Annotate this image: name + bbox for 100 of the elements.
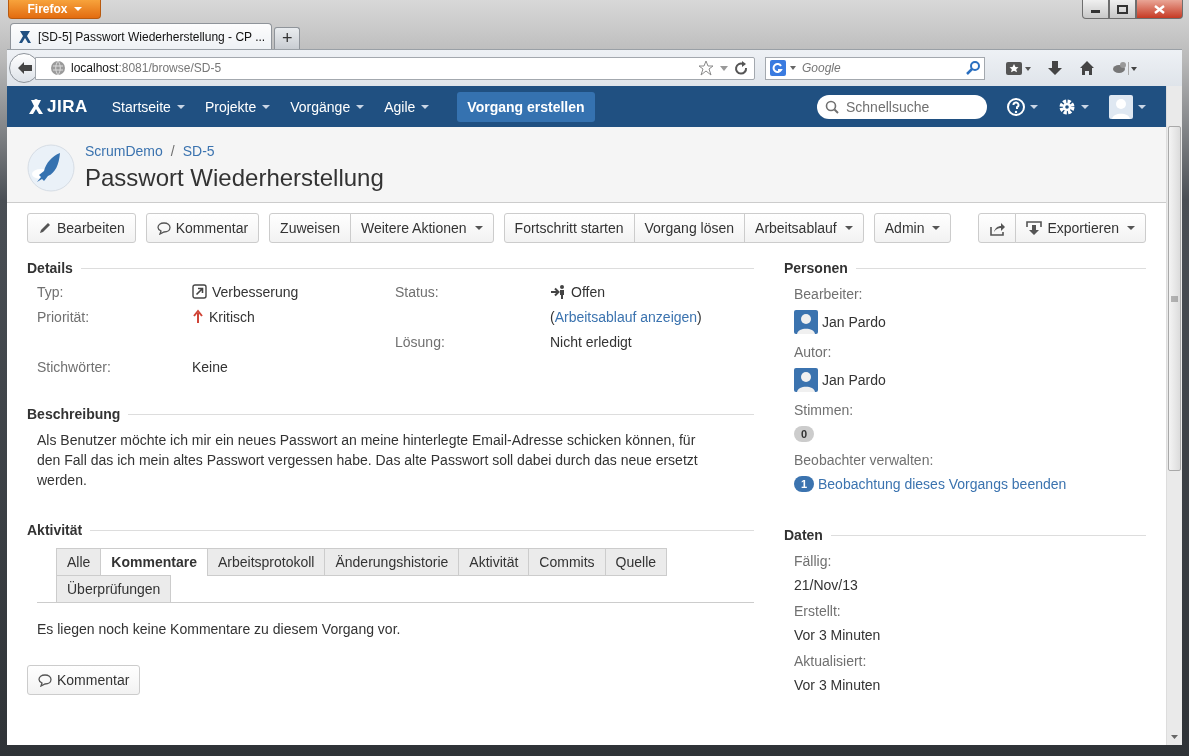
quick-search-field[interactable]: Schnellsuche xyxy=(817,94,987,119)
field-value: Offen xyxy=(571,284,605,300)
reload-icon[interactable] xyxy=(734,61,748,75)
help-menu[interactable] xyxy=(1007,97,1038,116)
toolbar-button[interactable]: Kommentar xyxy=(145,213,260,243)
field-label: Autor: xyxy=(794,344,833,360)
issue-title: Passwort Wiederherstellung xyxy=(85,164,384,192)
section-heading: Beschreibung xyxy=(27,406,121,422)
settings-menu[interactable] xyxy=(1058,97,1089,116)
field-value: Verbesserung xyxy=(212,284,299,300)
section-heading: Daten xyxy=(784,527,823,543)
field-label: Aktualisiert: xyxy=(794,653,868,669)
search-engine-icon xyxy=(770,60,786,76)
activity-tab[interactable]: Änderungshistorie xyxy=(324,548,460,576)
toolbar-button[interactable]: Weitere Aktionen xyxy=(350,213,494,243)
field-label: Priorität: xyxy=(37,309,91,327)
maximize-icon xyxy=(1117,4,1128,14)
field-label: Status: xyxy=(395,284,440,302)
star-icon[interactable] xyxy=(698,60,714,76)
user-name[interactable]: Jan Pardo xyxy=(822,372,886,388)
bookmarks-icon[interactable] xyxy=(1005,60,1031,76)
close-button[interactable] xyxy=(1136,0,1183,19)
download-icon[interactable] xyxy=(1047,60,1063,76)
section-heading: Aktivität xyxy=(27,522,83,538)
stop-watching-link[interactable]: Beobachtung dieses Vorgangs beenden xyxy=(818,476,1067,492)
toolbar-button[interactable]: Fortschritt starten xyxy=(503,213,635,243)
date-value: Vor 3 Minuten xyxy=(794,627,882,643)
address-bar[interactable]: localhost:8081/browse/SD-5 xyxy=(35,56,755,80)
field-value: Kritisch xyxy=(209,309,255,325)
globe-icon xyxy=(50,60,66,76)
toolbar-button[interactable]: Admin xyxy=(873,213,952,243)
field-value: Nicht erledigt xyxy=(550,334,632,350)
speech-bubble-icon xyxy=(38,673,52,687)
speech-bubble-icon xyxy=(156,221,171,235)
activity-tab[interactable]: Commits xyxy=(528,548,606,576)
activity-tab[interactable]: Alle xyxy=(56,548,102,576)
section-heading: Details xyxy=(27,260,73,276)
breadcrumb-link[interactable]: SD-5 xyxy=(182,143,215,159)
breadcrumb-separator: / xyxy=(170,143,175,159)
workflow-link-text: (Arbeitsablauf anzeigen) xyxy=(550,309,702,325)
field-label: Bearbeiter: xyxy=(794,286,864,302)
user-avatar-icon xyxy=(1109,94,1133,119)
section-heading: Personen xyxy=(784,260,848,276)
search-field[interactable]: Google xyxy=(765,56,985,80)
quick-search-input[interactable]: Schnellsuche xyxy=(844,97,974,116)
search-input[interactable]: Google xyxy=(800,60,962,76)
nav-menu-item[interactable]: Projekte xyxy=(194,98,281,115)
search-icon xyxy=(825,99,839,114)
nav-menu-item[interactable]: Agile xyxy=(374,98,440,115)
minimize-button[interactable] xyxy=(1082,0,1109,19)
vote-count: 0 xyxy=(794,426,814,442)
browser-tab[interactable]: [SD-5] Passwort Wiederherstellung - CP ... xyxy=(10,23,273,49)
activity-tab[interactable]: Quelle xyxy=(604,548,668,576)
user-name[interactable]: Jan Pardo xyxy=(822,314,886,330)
home-icon[interactable] xyxy=(1079,60,1095,76)
field-label: Erstellt: xyxy=(794,603,842,619)
person-arrow-icon xyxy=(550,284,566,300)
download-icon xyxy=(1026,220,1043,236)
jira-logo[interactable]: JIRA xyxy=(27,96,88,117)
scroll-down-icon[interactable] xyxy=(1171,735,1178,739)
toolbar-button[interactable]: Zuweisen xyxy=(269,213,351,243)
user-avatar-icon xyxy=(794,368,818,392)
user-menu[interactable] xyxy=(1109,94,1146,119)
up-arrow-icon xyxy=(192,309,204,324)
settings-icon xyxy=(1058,97,1076,116)
toolbar-button[interactable]: Bearbeiten xyxy=(27,213,136,243)
scrollbar[interactable] xyxy=(1166,86,1182,745)
share-button[interactable] xyxy=(978,213,1017,243)
dropdown-icon xyxy=(790,66,796,70)
pencil-icon xyxy=(38,221,52,235)
description-text: Als Benutzer möchte ich mir ein neues Passwort an meine hinterlegte Email-Adresse schicken können, für den Fall das ich mein altes Passwort vergessen habe. Das alte Passwort soll dabei durch das neue ersetzt werden. xyxy=(36,431,699,490)
search-icon[interactable] xyxy=(966,61,980,75)
workflow-link[interactable]: Arbeitsablauf anzeigen xyxy=(554,309,698,325)
nav-menu-item[interactable]: Startseite xyxy=(101,98,195,115)
dropdown-icon[interactable] xyxy=(719,63,729,73)
create-issue-button[interactable]: Vorgang erstellen xyxy=(457,91,595,122)
watcher-count: 1 xyxy=(794,476,814,492)
extension-icon[interactable] xyxy=(1111,60,1137,76)
user-avatar-icon xyxy=(794,310,818,334)
field-label: Fällig: xyxy=(794,553,833,569)
activity-tab[interactable]: Aktivität xyxy=(458,548,530,576)
help-icon xyxy=(1007,97,1025,116)
maximize-button[interactable] xyxy=(1109,0,1136,19)
comment-button[interactable]: Kommentar xyxy=(27,665,141,695)
toolbar-button[interactable]: Exportieren xyxy=(1015,213,1146,243)
new-tab-button[interactable]: + xyxy=(274,27,301,49)
nav-menu-item[interactable]: Vorgänge xyxy=(280,98,375,115)
toolbar-button[interactable]: Vorgang lösen xyxy=(633,213,746,243)
share-icon xyxy=(989,220,1006,236)
date-value: 21/Nov/13 xyxy=(794,577,859,593)
url-text: localhost:8081/browse/SD-5 xyxy=(71,61,223,75)
activity-tab[interactable]: Überprüfungen xyxy=(56,575,172,603)
empty-comments-text: Es liegen noch keine Kommentare zu diesem Vorgang vor. xyxy=(37,621,402,637)
arrow-square-icon xyxy=(192,284,207,299)
field-label: Stimmen: xyxy=(794,402,855,418)
activity-tab[interactable]: Arbeitsprotokoll xyxy=(206,548,326,576)
breadcrumb-link[interactable]: ScrumDemo xyxy=(85,143,163,159)
jira-icon xyxy=(17,28,33,45)
field-label: Typ: xyxy=(37,284,65,302)
toolbar-button[interactable]: Arbeitsablauf xyxy=(744,213,864,243)
